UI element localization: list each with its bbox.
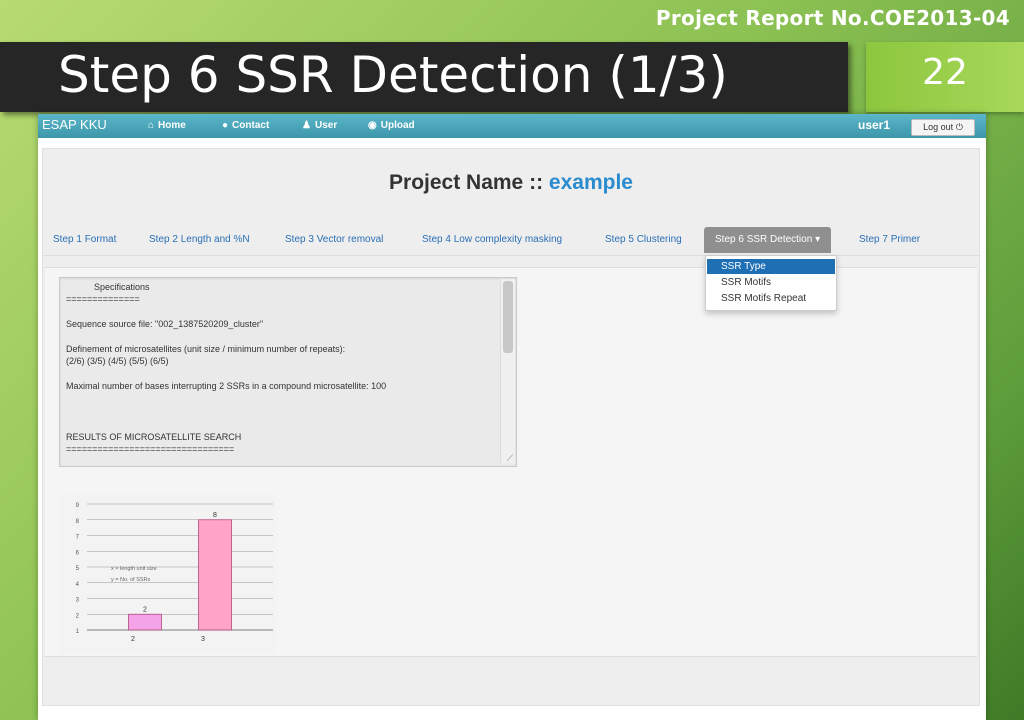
nav-contact[interactable]: ● Contact — [222, 120, 269, 131]
tab-step-7[interactable]: Step 7 Primer — [859, 234, 920, 245]
bar-data-label: 2 — [143, 606, 147, 613]
brand-link[interactable]: ESAP KKU — [42, 117, 107, 132]
user-icon: ♟ — [302, 120, 311, 131]
y-tick-label: 6 — [76, 550, 80, 556]
page-number: 22 — [922, 52, 968, 93]
spec-maximal-bases: Maximal number of bases interrupting 2 S… — [66, 381, 387, 391]
bar — [128, 613, 162, 631]
dropdown-item-ssr-motifs[interactable]: SSR Motifs — [707, 275, 835, 290]
specifications-textarea[interactable]: Specifications ============== Sequence s… — [59, 277, 517, 467]
spec-rule: ============== — [66, 294, 140, 304]
tab-step-3[interactable]: Step 3 Vector removal — [285, 234, 383, 245]
tab-divider — [43, 255, 979, 256]
project-title: Project Name :: example — [43, 171, 979, 195]
nav-user[interactable]: ♟ User — [302, 120, 337, 131]
caret-down-icon: ▾ — [815, 234, 821, 245]
app-screenshot: ESAP KKU ⌂ Home ● Contact ♟ User ◉ Upload us… — [38, 114, 986, 720]
nav-user-label: User — [314, 120, 338, 131]
spec-results-rule: ================================ — [66, 444, 235, 454]
dropdown-item-ssr-motifs-repeat[interactable]: SSR Motifs Repeat — [707, 291, 835, 306]
ssr-type-chart: 1 2 3 4 5 6 7 8 9 x = length unit size y = No. of … — [59, 494, 275, 654]
tab-step-6[interactable]: Step 6 SSR Detection ▾ — [704, 227, 832, 253]
nav-upload[interactable]: ◉ Upload — [368, 120, 415, 131]
spec-heading: Specifications — [94, 282, 150, 292]
main-panel: Project Name :: example Step 1 Format St… — [42, 148, 980, 706]
spec-results-heading: RESULTS OF MICROSATELLITE SEARCH — [66, 432, 242, 442]
nav-contact-label: Contact — [232, 120, 270, 131]
y-tick-label: 7 — [76, 535, 80, 541]
upload-icon: ◉ — [368, 120, 377, 131]
y-tick-label: 8 — [76, 519, 80, 525]
ssr-type-chart-svg: 1 2 3 4 5 6 7 8 9 x = length unit size y = No. of … — [76, 503, 273, 643]
project-name: example — [548, 171, 633, 194]
nav-home[interactable]: ⌂ Home — [148, 120, 186, 131]
y-tick-label: 5 — [76, 566, 80, 572]
y-tick-label: 2 — [76, 613, 80, 619]
spec-source-file: Sequence source file: "002_1387520209_cl… — [66, 319, 264, 329]
tab-step-4[interactable]: Step 4 Low complexity masking — [422, 234, 562, 245]
dropdown-item-ssr-type[interactable]: SSR Type — [707, 259, 835, 274]
page-number-box: 22 — [866, 42, 1024, 112]
power-icon: ⏻ — [955, 122, 963, 132]
home-icon: ⌂ — [148, 120, 155, 131]
tab-step-5[interactable]: Step 5 Clustering — [605, 234, 682, 245]
info-icon: ● — [222, 120, 229, 131]
tab-step-2[interactable]: Step 2 Length and %N — [149, 234, 250, 245]
y-tick-label: 1 — [76, 629, 80, 635]
bar — [198, 519, 232, 631]
ssr-dropdown-menu: SSR Type SSR Motifs SSR Motifs Repeat — [705, 255, 837, 311]
scrollbar-thumb[interactable] — [503, 281, 513, 353]
logout-button[interactable]: Log out ⏻ — [911, 119, 975, 136]
spec-definement: Definement of microsatellites (unit size… — [66, 344, 346, 354]
y-tick-label: 9 — [76, 503, 80, 509]
y-tick-label: 4 — [76, 582, 80, 588]
x-tick-label: 3 — [201, 636, 205, 643]
x-tick-label: 2 — [131, 636, 135, 643]
logout-label: Log out — [923, 122, 954, 132]
current-user[interactable]: user1 — [858, 118, 890, 132]
report-number: Project Report No.COE2013-04 — [655, 6, 1010, 30]
textarea-scrollbar[interactable] — [500, 279, 515, 463]
slide-title: Step 6 SSR Detection (1/3) — [58, 46, 728, 104]
title-bar: Step 6 SSR Detection (1/3) — [0, 42, 848, 112]
resize-grip-icon[interactable]: ⟋ — [507, 453, 513, 464]
bar-data-label: 8 — [213, 512, 217, 519]
nav-home-label: Home — [158, 120, 186, 131]
tab-step-6-label: Step 6 SSR Detection — [715, 234, 813, 245]
spec-unit-sizes: (2/6) (3/5) (4/5) (5/5) (6/5) — [66, 356, 169, 366]
footer-area — [43, 657, 979, 704]
nav-upload-label: Upload — [380, 120, 415, 131]
step-tabs: Step 1 Format Step 2 Length and %N Step … — [43, 227, 979, 255]
y-tick-label: 3 — [76, 598, 80, 604]
chart-annotation: y = No. of SSRs — [111, 577, 151, 583]
project-title-prefix: Project Name :: — [389, 171, 549, 194]
chart-annotation: x = length unit size — [111, 566, 157, 572]
navbar: ESAP KKU ⌂ Home ● Contact ♟ User ◉ Upload us… — [38, 114, 986, 138]
tab-step-1[interactable]: Step 1 Format — [53, 234, 116, 245]
